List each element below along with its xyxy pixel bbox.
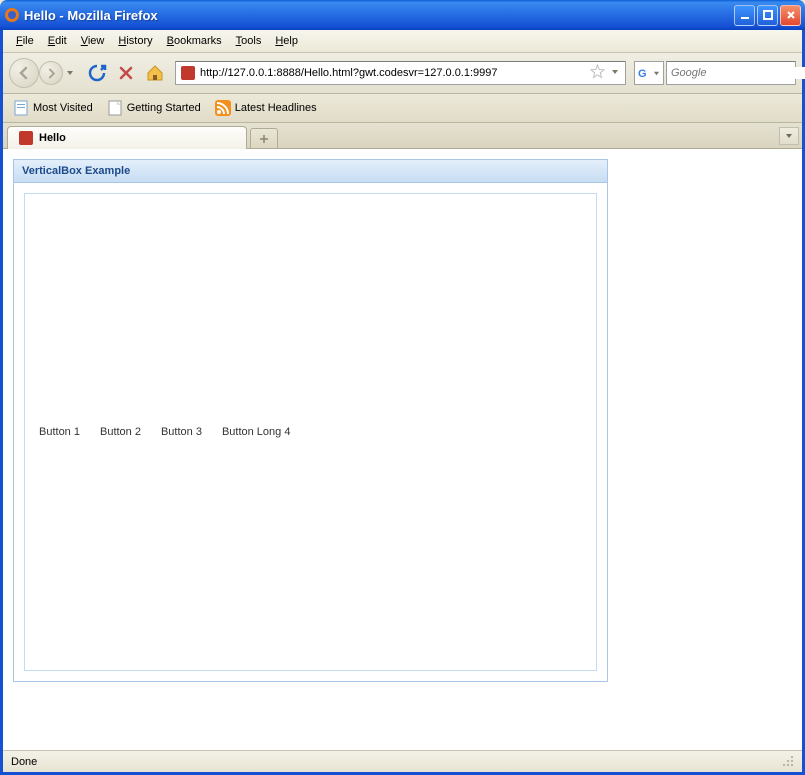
site-favicon (180, 65, 196, 81)
page-icon (107, 100, 123, 116)
nav-history-dropdown[interactable] (63, 59, 77, 87)
window-titlebar: Hello - Mozilla Firefox (0, 0, 805, 30)
page-icon (13, 100, 29, 116)
menu-edit[interactable]: Edit (41, 33, 74, 49)
search-engine-selector[interactable]: G (634, 61, 664, 85)
stop-button[interactable] (117, 64, 135, 82)
status-bar: Done (3, 750, 802, 772)
button-long-4[interactable]: Button Long 4 (222, 426, 291, 438)
home-button[interactable] (145, 63, 165, 83)
back-button[interactable] (9, 58, 39, 88)
firefox-icon (4, 7, 20, 23)
minimize-button[interactable] (734, 5, 755, 26)
resize-grip[interactable] (780, 753, 794, 770)
url-input[interactable] (200, 67, 586, 79)
button-3[interactable]: Button 3 (161, 426, 202, 438)
menu-bookmarks[interactable]: Bookmarks (160, 33, 229, 49)
button-2[interactable]: Button 2 (100, 426, 141, 438)
maximize-button[interactable] (757, 5, 778, 26)
tab-favicon (18, 130, 34, 146)
forward-button[interactable] (39, 61, 63, 85)
window-controls (734, 5, 801, 26)
tab-list-dropdown[interactable] (779, 127, 799, 145)
panel-title: VerticalBox Example (14, 160, 607, 183)
button-1[interactable]: Button 1 (39, 426, 80, 438)
url-bar[interactable] (175, 61, 626, 85)
bookmarks-toolbar: Most Visited Getting Started Latest Head… (3, 94, 802, 123)
bookmark-label: Latest Headlines (235, 102, 317, 114)
new-tab-button[interactable] (250, 128, 278, 148)
bookmark-getting-started[interactable]: Getting Started (103, 98, 205, 118)
window-title: Hello - Mozilla Firefox (24, 8, 734, 23)
tab-hello[interactable]: Hello (7, 126, 247, 149)
bookmark-label: Getting Started (127, 102, 201, 114)
rss-icon (215, 100, 231, 116)
menu-help[interactable]: Help (268, 33, 305, 49)
menu-view[interactable]: View (74, 33, 112, 49)
status-text: Done (11, 756, 37, 768)
menu-tools[interactable]: Tools (229, 33, 269, 49)
menu-history[interactable]: History (111, 33, 159, 49)
tab-label: Hello (39, 132, 66, 144)
verticalbox-panel: VerticalBox Example Button 1 Button 2 Bu… (13, 159, 608, 682)
menu-file[interactable]: File (9, 33, 41, 49)
search-input[interactable] (667, 67, 805, 79)
navigation-toolbar: G (3, 53, 802, 94)
url-dropdown[interactable] (609, 67, 621, 79)
tab-bar: Hello (3, 123, 802, 149)
search-box[interactable] (666, 61, 796, 85)
close-button[interactable] (780, 5, 801, 26)
svg-text:G: G (638, 68, 647, 80)
bookmark-star-icon[interactable] (590, 64, 605, 82)
reload-button[interactable] (87, 63, 107, 83)
page-content: VerticalBox Example Button 1 Button 2 Bu… (3, 149, 802, 750)
bookmark-most-visited[interactable]: Most Visited (9, 98, 97, 118)
panel-body: Button 1 Button 2 Button 3 Button Long 4 (24, 193, 597, 671)
bookmark-label: Most Visited (33, 102, 93, 114)
menu-bar: File Edit View History Bookmarks Tools H… (3, 30, 802, 53)
bookmark-latest-headlines[interactable]: Latest Headlines (211, 98, 321, 118)
